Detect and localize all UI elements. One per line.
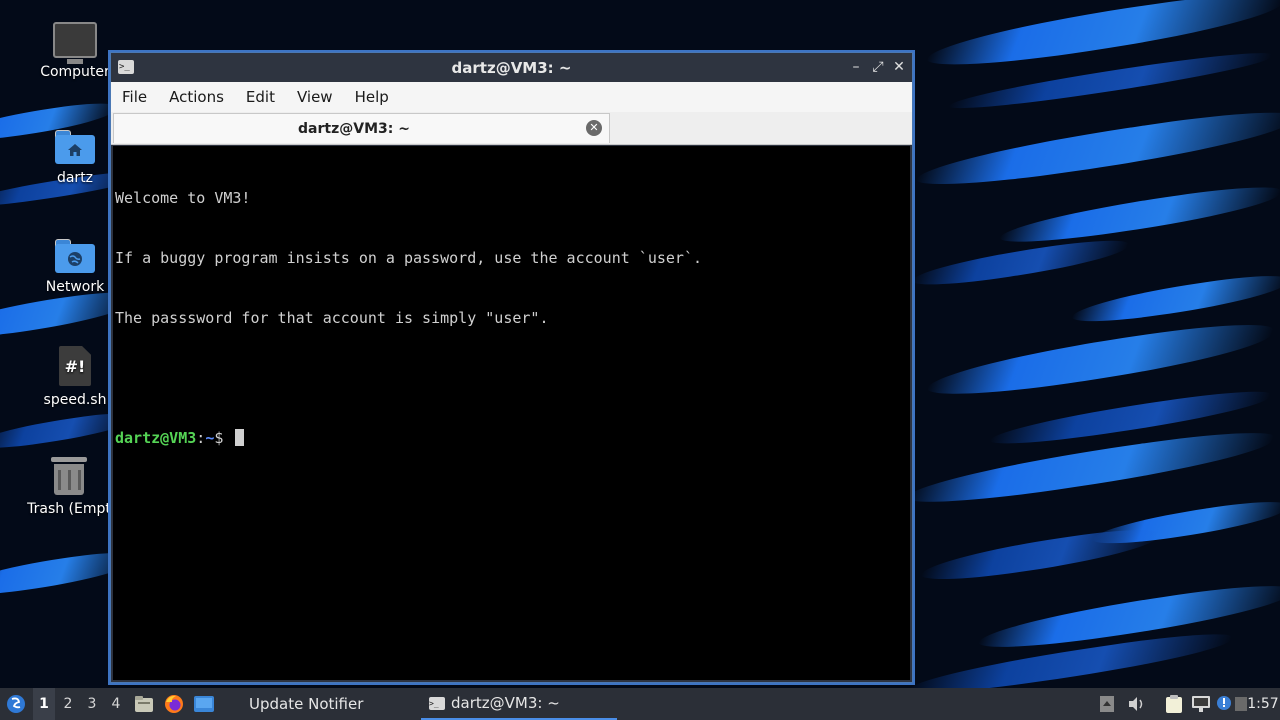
desktop-icon-label: Trash (Empt [27, 501, 111, 517]
prompt-user-host: dartz@VM3 [115, 429, 197, 447]
tray-network[interactable] [1191, 688, 1211, 720]
wallpaper-streak [921, 315, 1279, 405]
terminal-line: The passsword for that account is simply… [115, 309, 549, 327]
quicklaunch-file-manager[interactable] [133, 688, 155, 720]
network-folder-icon [55, 239, 95, 273]
desktop-icon-label: Computer [40, 64, 110, 80]
wallpaper-streak [901, 423, 1279, 513]
file-manager-icon [135, 696, 153, 712]
tray-volume[interactable] [1127, 688, 1147, 720]
tray-expand[interactable] [1098, 688, 1116, 720]
terminal-line: If a buggy program insists on a password… [115, 249, 702, 267]
show-desktop-icon [194, 696, 214, 712]
wallpaper-streak [908, 234, 1132, 292]
workspace-1[interactable]: 1 [33, 688, 55, 720]
desktop-icon-trash[interactable]: Trash (Empt [14, 455, 124, 517]
task-label: dartz@VM3: ~ [451, 694, 560, 712]
terminal-window[interactable]: >_ dartz@VM3: ~ – ⤢ ✕ File Actions Edit … [110, 52, 913, 683]
quicklaunch-show-desktop[interactable] [193, 688, 215, 720]
menu-edit[interactable]: Edit [235, 88, 286, 106]
menu-view[interactable]: View [286, 88, 344, 106]
clipboard-icon [1166, 695, 1182, 713]
workspace-3[interactable]: 3 [81, 688, 103, 720]
text-cursor [235, 429, 245, 446]
minimize-button[interactable]: – [847, 58, 865, 76]
script-file-icon: #! [59, 346, 91, 386]
tab-close-icon[interactable]: ✕ [586, 120, 602, 136]
wallpaper-streak [995, 179, 1280, 251]
wallpaper-streak [910, 102, 1280, 196]
tray-clipboard[interactable] [1164, 688, 1184, 720]
network-icon [1192, 696, 1210, 712]
desktop-icon-label: Network [45, 279, 105, 295]
task-update-notifier[interactable]: Update Notifier [241, 688, 371, 720]
workspace-4[interactable]: 4 [105, 688, 127, 720]
tray-update-notifier[interactable] [1214, 688, 1234, 720]
window-titlebar[interactable]: >_ dartz@VM3: ~ – ⤢ ✕ [111, 53, 912, 82]
terminal-app-icon: >_ [429, 696, 445, 710]
main-menu-button[interactable] [2, 688, 30, 720]
terminal-line: Welcome to VM3! [115, 189, 251, 207]
taskbar: 1 2 3 4 Update Notifier >_ dartz@VM3: ~ … [0, 688, 1280, 720]
menubar: File Actions Edit View Help [111, 82, 912, 112]
menu-actions[interactable]: Actions [158, 88, 235, 106]
window-title: dartz@VM3: ~ [451, 58, 572, 77]
update-notifier-icon [1217, 696, 1231, 710]
menu-file[interactable]: File [111, 88, 158, 106]
lxqt-menu-icon [7, 695, 25, 713]
prompt-symbol: $ [214, 429, 233, 447]
computer-icon [53, 22, 97, 64]
workspace-2[interactable]: 2 [57, 688, 79, 720]
close-button[interactable]: ✕ [890, 58, 908, 76]
prompt-separator: : [196, 429, 206, 447]
desktop-icon-label: dartz [56, 170, 94, 186]
trash-icon [51, 455, 87, 495]
desktop-icon [1235, 697, 1247, 711]
prompt-path: ~ [205, 429, 215, 447]
task-terminal[interactable]: >_ dartz@VM3: ~ [421, 688, 617, 720]
maximize-button[interactable]: ⤢ [869, 58, 887, 76]
tab-bar: dartz@VM3: ~ ✕ [111, 112, 912, 145]
terminal-prompt-line: dartz@VM3:~$ [115, 428, 910, 448]
tab-label: dartz@VM3: ~ [298, 121, 410, 137]
tray-desktop[interactable] [1234, 688, 1248, 720]
wallpaper-streak [1067, 269, 1280, 329]
clock[interactable]: 1:57 [1247, 688, 1279, 720]
quicklaunch-firefox[interactable] [163, 688, 185, 720]
terminal-tab[interactable]: dartz@VM3: ~ ✕ [113, 113, 610, 143]
firefox-icon [165, 695, 183, 713]
home-folder-icon [55, 130, 95, 164]
wallpaper-streak [916, 522, 1164, 588]
menu-help[interactable]: Help [344, 88, 400, 106]
up-arrow-icon [1100, 696, 1114, 712]
volume-icon [1129, 697, 1143, 711]
desktop-icon-label: speed.sh [43, 392, 107, 408]
terminal-output[interactable]: Welcome to VM3! If a buggy program insis… [113, 146, 910, 680]
